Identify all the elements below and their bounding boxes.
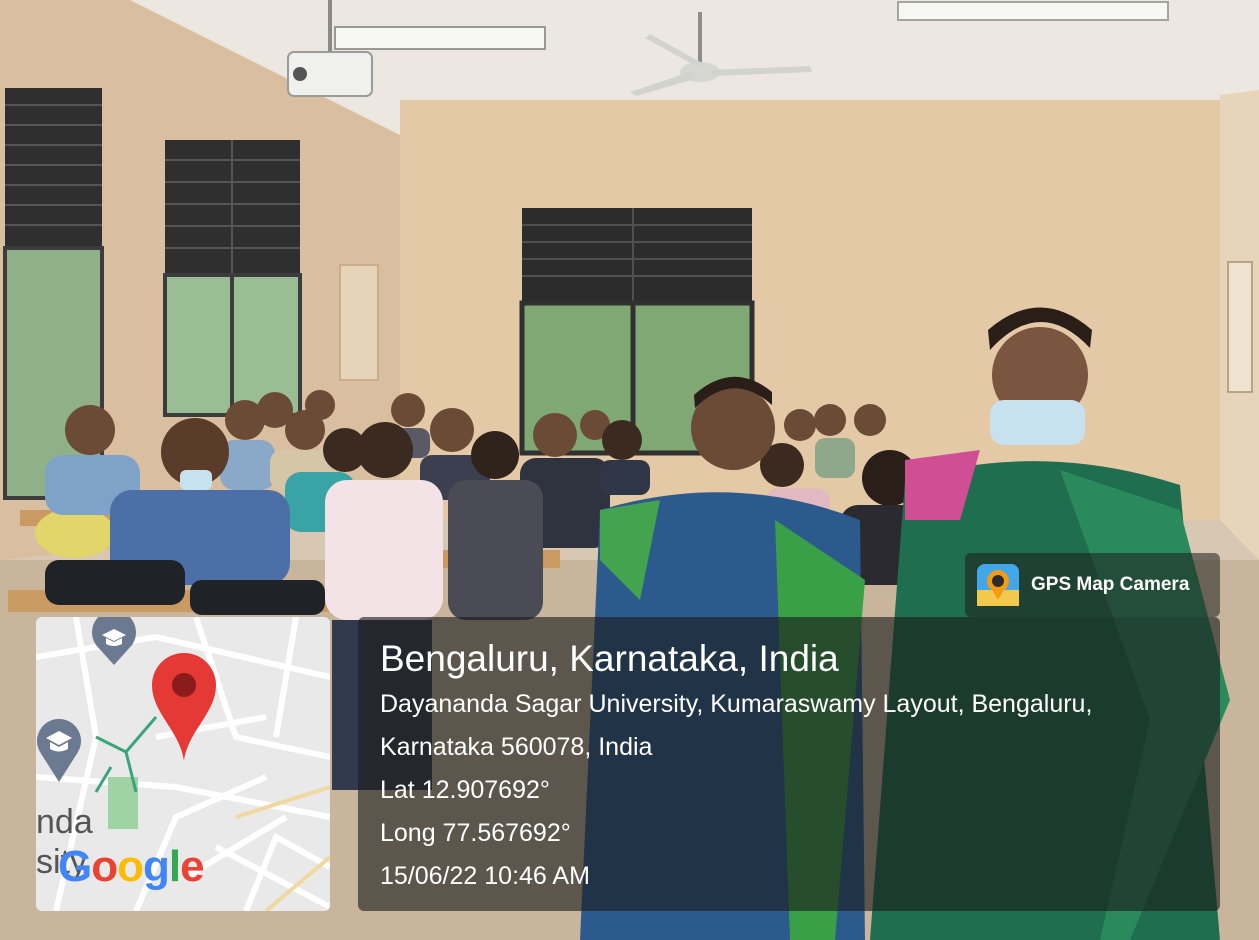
- map-place-label: nda: [36, 803, 93, 841]
- gps-map-camera-icon: [977, 564, 1019, 606]
- graduation-cap-icon: [37, 718, 81, 782]
- address-line-1: Dayananda Sagar University, Kumaraswamy …: [380, 690, 1093, 718]
- address-line-2: Karnataka 560078, India: [380, 733, 653, 761]
- gps-map-camera-label: GPS Map Camera: [1031, 574, 1190, 595]
- graduation-cap-icon: [92, 617, 136, 665]
- gps-map-camera-badge: GPS Map Camera: [965, 553, 1220, 617]
- map-pin-icon: [152, 653, 216, 761]
- google-letter: o: [117, 842, 144, 891]
- latitude-text: Lat 12.907692°: [380, 776, 550, 804]
- location-info-panel: Bengaluru, Karnataka, India Dayananda Sa…: [358, 617, 1220, 911]
- google-letter: e: [180, 842, 205, 891]
- google-letter: G: [58, 842, 92, 891]
- longitude-text: Long 77.567692°: [380, 819, 571, 847]
- google-letter: o: [91, 842, 118, 891]
- google-letter: l: [168, 842, 181, 891]
- location-headline: Bengaluru, Karnataka, India: [380, 638, 839, 679]
- photo-scene: GPS Map Camera nda sity Google Bengaluru…: [0, 0, 1259, 940]
- google-letter: g: [143, 842, 170, 891]
- datetime-text: 15/06/22 10:46 AM: [380, 862, 590, 890]
- google-logo: Google: [58, 842, 205, 892]
